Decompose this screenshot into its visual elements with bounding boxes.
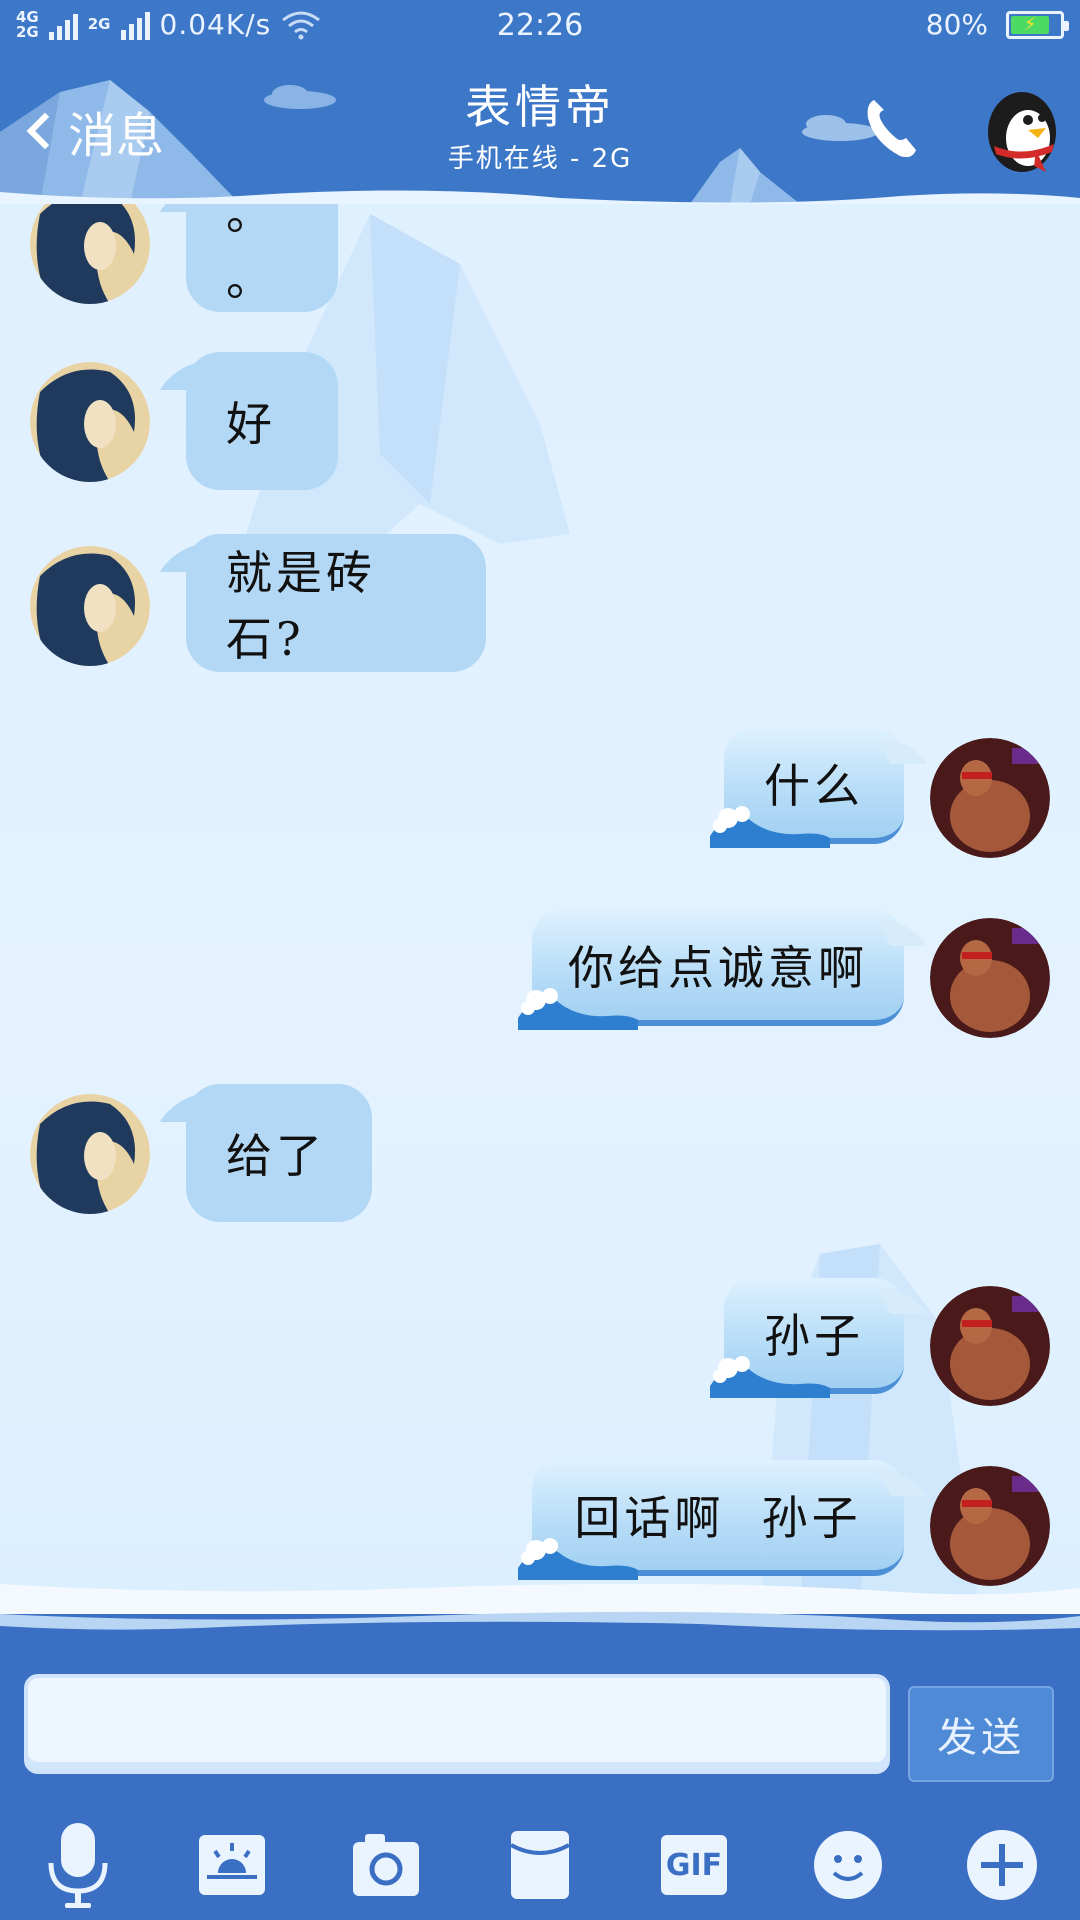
message-row: 。 。 bbox=[0, 204, 1080, 312]
microphone-icon bbox=[48, 1823, 108, 1908]
wave-decoration bbox=[518, 988, 638, 1030]
clock: 22:26 bbox=[496, 8, 584, 43]
message-bubble-incoming[interactable]: 。 。 bbox=[186, 204, 338, 312]
message-row: 回话啊 孙子 bbox=[0, 1460, 1080, 1600]
gif-button[interactable]: GIF bbox=[654, 1820, 734, 1910]
my-avatar[interactable] bbox=[930, 1286, 1050, 1406]
my-avatar[interactable] bbox=[930, 1466, 1050, 1586]
message-bubble-outgoing[interactable]: 孙子 bbox=[710, 1278, 904, 1398]
input-panel: 发送 GIF bbox=[0, 1611, 1080, 1920]
send-button[interactable]: 发送 bbox=[908, 1686, 1054, 1782]
battery-fill: ⚡ bbox=[1011, 15, 1050, 34]
camera-button[interactable] bbox=[346, 1820, 426, 1910]
message-bubble-outgoing[interactable]: 回话啊 孙子 bbox=[518, 1460, 904, 1580]
chat-header: 消息 表情帝 手机在线 - 2G bbox=[0, 52, 1080, 204]
contact-avatar[interactable] bbox=[30, 362, 150, 482]
message-bubble-outgoing[interactable]: 你给点诚意啊 bbox=[518, 910, 904, 1030]
penguin-icon[interactable] bbox=[984, 86, 1060, 174]
message-text: 就是砖石? bbox=[226, 546, 376, 666]
status-right: 80% ⚡ bbox=[925, 8, 1069, 41]
input-toolbar: GIF bbox=[0, 1820, 1080, 1920]
message-row: 就是砖石? bbox=[0, 534, 1080, 674]
message-input[interactable] bbox=[24, 1674, 890, 1774]
message-text: 。 。 bbox=[226, 204, 276, 306]
message-row: 给了 bbox=[0, 1084, 1080, 1224]
message-row: 好 bbox=[0, 352, 1080, 492]
message-list[interactable]: 。 。 好 就是砖石? 什么 你给点诚意啊 给了 孙子 回话啊 孙子 bbox=[0, 204, 1080, 1614]
photo-button[interactable] bbox=[192, 1820, 272, 1910]
red-packet-icon bbox=[510, 1831, 570, 1899]
message-bubble-incoming[interactable]: 就是砖石? bbox=[186, 534, 486, 672]
wave-decoration bbox=[518, 1538, 638, 1580]
red-packet-button[interactable] bbox=[500, 1820, 580, 1910]
camera-icon bbox=[353, 1834, 419, 1896]
phone-icon[interactable] bbox=[860, 94, 920, 164]
plus-icon bbox=[967, 1830, 1037, 1900]
battery-percent: 80% bbox=[925, 8, 988, 41]
voice-button[interactable] bbox=[38, 1820, 118, 1910]
battery-icon: ⚡ bbox=[1006, 10, 1069, 39]
my-avatar[interactable] bbox=[930, 918, 1050, 1038]
contact-avatar[interactable] bbox=[30, 204, 150, 304]
wave-decoration bbox=[710, 806, 830, 848]
message-bubble-incoming[interactable]: 好 bbox=[186, 352, 338, 490]
emoji-icon bbox=[814, 1831, 882, 1899]
message-text: 给了 bbox=[226, 1129, 326, 1183]
snow-edge-decoration bbox=[0, 1611, 1080, 1631]
message-row: 什么 bbox=[0, 728, 1080, 868]
message-row: 孙子 bbox=[0, 1278, 1080, 1418]
contact-avatar[interactable] bbox=[30, 546, 150, 666]
photo-icon bbox=[199, 1835, 265, 1895]
message-row: 你给点诚意啊 bbox=[0, 910, 1080, 1050]
status-bar: 4G 2G 2G 0.04K/s 22:26 80% ⚡ bbox=[0, 0, 1080, 52]
emoji-button[interactable] bbox=[808, 1820, 888, 1910]
message-bubble-outgoing[interactable]: 什么 bbox=[710, 728, 904, 848]
gif-label: GIF bbox=[665, 1847, 723, 1883]
my-avatar[interactable] bbox=[930, 738, 1050, 858]
message-bubble-incoming[interactable]: 给了 bbox=[186, 1084, 372, 1222]
wave-decoration bbox=[710, 1356, 830, 1398]
more-button[interactable] bbox=[962, 1820, 1042, 1910]
contact-avatar[interactable] bbox=[30, 1094, 150, 1214]
message-text: 好 bbox=[226, 397, 276, 451]
